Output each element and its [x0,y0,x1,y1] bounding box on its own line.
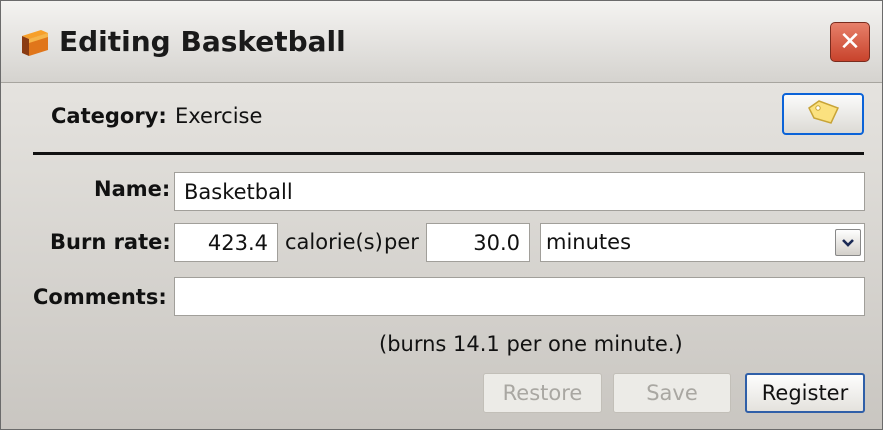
window-title: Editing Basketball [59,25,346,58]
category-value: Exercise [175,104,263,128]
calories-text: calorie(s) [285,230,383,254]
save-button[interactable]: Save [613,373,731,413]
close-icon: ✕ [839,27,861,57]
app-folder-icon [19,27,51,59]
unit-select-value: minutes [546,230,632,254]
restore-button[interactable]: Restore [483,373,602,413]
name-input[interactable] [174,172,865,211]
editing-dialog: Editing Basketball ✕ Category: Exercise … [0,0,883,430]
register-button[interactable]: Register [745,373,865,413]
burn-info-text: (burns 14.1 per one minute.) [379,332,683,356]
title-bar[interactable]: Editing Basketball ✕ [1,1,882,83]
unit-select[interactable]: minutes [540,223,865,262]
chevron-down-icon[interactable] [835,229,861,256]
close-button[interactable]: ✕ [830,22,870,62]
category-separator [33,152,864,155]
duration-input[interactable] [426,223,530,262]
comments-label: Comments: [33,285,167,309]
category-tag-button[interactable] [782,93,864,135]
per-text: per [384,230,419,254]
comments-input[interactable] [174,277,865,316]
burn-rate-label: Burn rate: [50,230,171,254]
burn-rate-input[interactable] [174,223,278,262]
tag-icon [805,98,841,130]
name-label: Name: [94,177,171,201]
category-label: Category: [51,104,167,128]
